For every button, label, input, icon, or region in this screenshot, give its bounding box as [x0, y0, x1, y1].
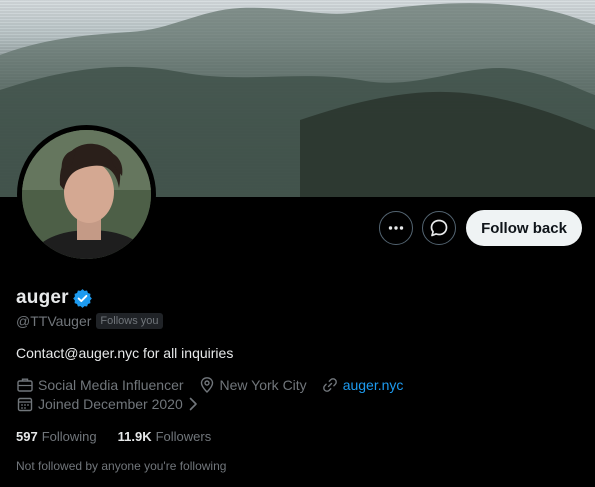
verified-badge-icon[interactable]	[72, 288, 92, 308]
follow-stats: 597 Following 11.9K Followers	[16, 429, 232, 444]
avatar-photo	[22, 130, 151, 259]
location-pin-icon	[198, 376, 220, 394]
profile-bio: Contact@auger.nyc for all inquiries	[16, 345, 234, 361]
more-button[interactable]	[379, 211, 413, 245]
social-context[interactable]: Not followed by anyone you're following	[16, 459, 226, 473]
profile-website-link[interactable]: auger.nyc	[343, 377, 404, 393]
joined-row: Joined December 2020	[16, 395, 217, 413]
briefcase-icon	[16, 376, 38, 394]
profile-category: Social Media Influencer	[38, 377, 184, 393]
following-stat[interactable]: 597 Following	[16, 429, 97, 444]
following-label: Following	[41, 429, 97, 444]
display-name: auger	[16, 287, 69, 308]
website-item[interactable]: auger.nyc	[321, 376, 404, 394]
location-item: New York City	[198, 376, 307, 394]
follow-back-button[interactable]: Follow back	[466, 210, 582, 246]
name-row: auger	[16, 287, 92, 309]
message-icon	[429, 218, 449, 238]
followers-count: 11.9K	[117, 429, 152, 444]
joined-date: Joined December 2020	[38, 396, 183, 412]
user-handle: @TTVauger	[16, 313, 92, 329]
profile-page: Follow back auger @TTVauger Follows you …	[0, 0, 595, 487]
following-count: 597	[16, 429, 38, 444]
link-icon	[321, 376, 343, 394]
profile-avatar[interactable]	[17, 125, 156, 264]
follows-you-badge: Follows you	[96, 313, 163, 329]
followers-stat[interactable]: 11.9K Followers	[118, 429, 212, 444]
message-button[interactable]	[422, 211, 456, 245]
more-icon	[387, 219, 405, 237]
profile-location: New York City	[219, 377, 307, 393]
profile-meta-row: Social Media Influencer New York City au…	[16, 376, 417, 394]
category-item: Social Media Influencer	[16, 376, 184, 394]
chevron-right-icon	[187, 396, 203, 412]
followers-label: Followers	[155, 429, 212, 444]
calendar-icon	[16, 395, 38, 413]
joined-item[interactable]: Joined December 2020	[16, 395, 203, 413]
handle-row: @TTVauger Follows you	[16, 313, 163, 329]
